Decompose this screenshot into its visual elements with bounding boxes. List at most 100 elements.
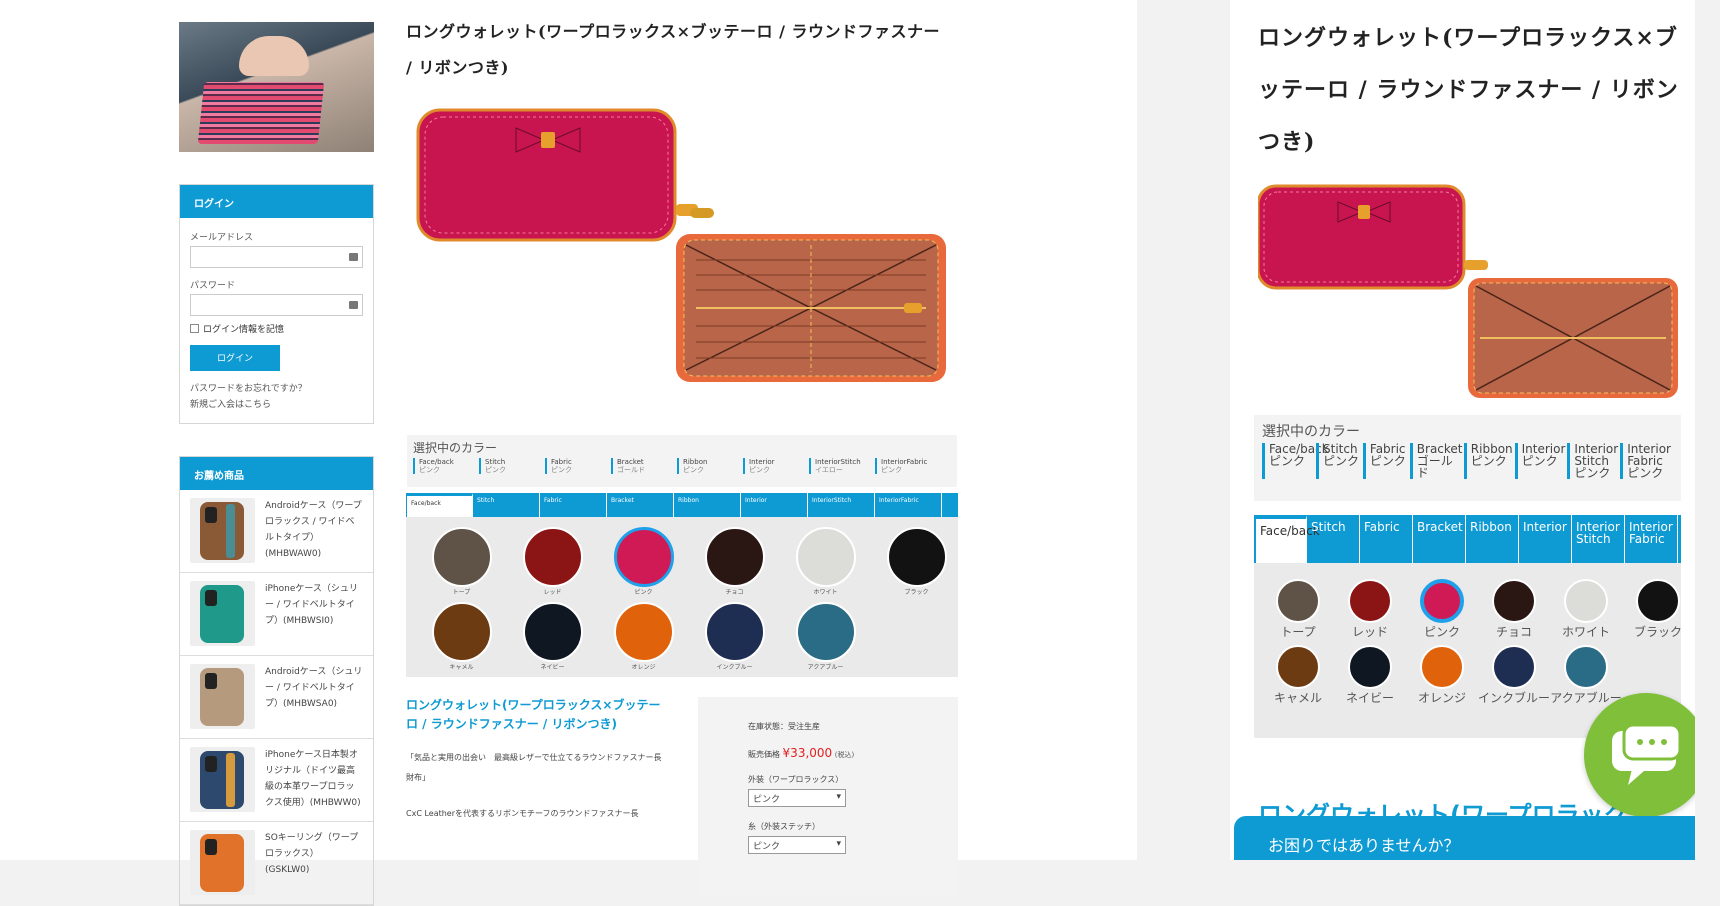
recommend-item-name: iPhoneケース（シュリー / ワイドベルトタイプ）(MHBWSI0) (265, 584, 358, 626)
remember-checkbox[interactable] (190, 324, 199, 333)
selected-part-value: イエロー (815, 466, 843, 474)
swatch-label: オレンジ (631, 664, 656, 671)
recommend-item-name: Androidケース（ワープロラックス / ワイドベルトタイプ）(MHBWAW0… (265, 501, 362, 559)
selected-color-item: Fabric ピンク (545, 458, 611, 474)
swatch-circle (704, 602, 765, 662)
color-swatch[interactable]: トープ (416, 527, 507, 596)
option2-select[interactable]: ピンク (748, 836, 846, 854)
mobile-tab-bracket[interactable]: Bracket (1413, 515, 1466, 563)
mobile-tab-interior[interactable]: Interior (1519, 515, 1572, 563)
description-text: CxC Leatherを代表するリボンモチーフのラウンドファスナー長 (406, 809, 639, 818)
swatch-label: ピンク (634, 589, 653, 596)
color-swatch[interactable]: ブラック (1622, 579, 1694, 639)
swatch-label: ブラック (1633, 625, 1682, 639)
selected-part-name: Interior Fabric (1627, 442, 1671, 468)
recommend-item[interactable]: iPhoneケース（シュリー / ワイドベルトタイプ）(MHBWSI0) (180, 573, 373, 656)
mobile-wallet-illustration (1256, 184, 1678, 398)
selected-part-name: Fabric (551, 458, 572, 466)
selected-part-name: InteriorStitch (815, 458, 861, 466)
strap-image (226, 587, 235, 641)
color-swatch[interactable]: キャメル (1262, 645, 1334, 705)
login-button[interactable]: ログイン (190, 345, 280, 371)
product-thumbnail (190, 830, 255, 895)
wallet-closed-image (416, 108, 714, 242)
color-swatch[interactable]: ネイビー (507, 602, 598, 671)
strap-image (226, 753, 235, 807)
tab-bracket[interactable]: Bracket (607, 493, 674, 517)
tab-stitch[interactable]: Stitch (473, 493, 540, 517)
mobile-tab-stitch[interactable]: Stitch (1307, 515, 1360, 563)
mobile-selected-color-item: Interior Stitch ピンク (1567, 443, 1618, 479)
price-label: 販売価格 (748, 750, 780, 759)
color-swatch[interactable]: ブラック (871, 527, 962, 596)
color-swatch[interactable]: ネイビー (1334, 645, 1406, 705)
mobile-tab-ribbon[interactable]: Ribbon (1466, 515, 1519, 563)
color-swatch[interactable]: レッド (1334, 579, 1406, 639)
swatch-label: レッド (543, 589, 562, 596)
recommend-item[interactable]: Androidケース（ワープロラックス / ワイドベルトタイプ）(MHBWAW0… (180, 490, 373, 573)
swatch-circle (795, 527, 856, 587)
selected-part-name: Interior (749, 458, 775, 466)
email-field[interactable] (190, 246, 363, 268)
price-value: ¥33,000 (782, 746, 833, 760)
color-swatch[interactable]: ピンク (598, 527, 689, 596)
selected-part-value: ピンク (1627, 466, 1664, 480)
mobile-wallet-open-image (1468, 278, 1678, 398)
mobile-selected-color-item: Interior Fabric ピンク (1620, 443, 1671, 479)
color-swatch[interactable]: アクアブルー (780, 602, 871, 671)
tab-interiorfabric[interactable]: InteriorFabric (875, 493, 942, 517)
tab-interior[interactable]: Interior (741, 493, 808, 517)
color-swatch[interactable]: トープ (1262, 579, 1334, 639)
mobile-tab-faceback[interactable]: Face/back (1254, 515, 1320, 563)
color-swatch[interactable]: インクブルー (1478, 645, 1550, 705)
description: ロングウォレット(ワープロラックス×ブッテーロ / ラウンドファスナー / リボ… (406, 696, 666, 824)
recommend-item[interactable]: Androidケース（シュリー / ワイドベルトタイプ）(MHBWSA0) (180, 656, 373, 739)
mobile-selected-color-item: Interior ピンク (1514, 443, 1565, 479)
swatch-label: チョコ (1495, 625, 1532, 639)
selected-part-value: ピンク (1269, 454, 1306, 468)
recommend-item[interactable]: iPhoneケース日本製オリジナル（ドイツ最高級の本革ワープロラックス使用）(M… (180, 739, 373, 822)
selected-part-value: ゴールド (617, 466, 645, 474)
mobile-wallet-closed-image (1256, 184, 1488, 290)
mobile-tab-interiorfabric[interactable]: Interior Fabric (1625, 515, 1678, 563)
forgot-password-link[interactable]: パスワードをお忘れですか？ (190, 381, 363, 397)
mobile-tab-fabric[interactable]: Fabric (1360, 515, 1413, 563)
mobile-tab-interiorstitch[interactable]: Interior Stitch (1572, 515, 1625, 563)
color-swatch[interactable]: オレンジ (1406, 645, 1478, 705)
password-field[interactable] (190, 294, 363, 316)
mobile-selected-color-item: Fabric ピンク (1362, 443, 1408, 479)
mobile-view: ロングウォレット(ワープロラックス×ブッテーロ / ラウンドファスナー / リボ… (1230, 0, 1695, 860)
remember-label: ログイン情報を記憶 (203, 325, 285, 335)
color-swatch[interactable]: ホワイト (780, 527, 871, 596)
recommend-item[interactable]: SOキーリング（ワープロラックス）(GSKLW0) (180, 822, 373, 905)
swatch-label: アクアブルー (807, 664, 844, 671)
tab-interiorstitch[interactable]: InteriorStitch (808, 493, 875, 517)
swatch-label: ネイビー (540, 664, 565, 671)
color-swatch[interactable]: チョコ (1478, 579, 1550, 639)
color-swatch[interactable]: ホワイト (1550, 579, 1622, 639)
swatch-circle (1348, 645, 1392, 689)
strap-image (226, 836, 235, 890)
color-swatch[interactable]: インクブルー (689, 602, 780, 671)
color-swatch[interactable]: チョコ (689, 527, 780, 596)
swatch-circle (431, 602, 492, 662)
camera-icon (205, 839, 217, 855)
chat-bubble-button[interactable] (1584, 693, 1695, 817)
purchase-box: 在庫状態：受注生産 販売価格 ¥33,000 (税込) 外装（ワープロラックス）… (698, 697, 958, 897)
tab-ribbon[interactable]: Ribbon (674, 493, 741, 517)
color-swatch[interactable]: レッド (507, 527, 598, 596)
color-swatch[interactable]: オレンジ (598, 602, 689, 671)
swatch-circle (1492, 579, 1536, 623)
key-icon (349, 301, 358, 309)
swatch-label: ブラック (904, 589, 929, 596)
color-swatch[interactable]: ピンク (1406, 579, 1478, 639)
description-title: ロングウォレット(ワープロラックス×ブッテーロ / ラウンドファスナー / リボ… (406, 698, 661, 731)
chat-help-bar[interactable]: お困りではありませんか？ (1234, 816, 1695, 860)
tab-fabric[interactable]: Fabric (540, 493, 607, 517)
register-link[interactable]: 新規ご入会はこちら (190, 397, 363, 413)
tab-faceback[interactable]: Face/back (406, 493, 473, 517)
mobile-selected-color-item: Bracket ゴールド (1409, 443, 1463, 479)
selected-color-item: Ribbon ピンク (677, 458, 743, 474)
option1-select[interactable]: ピンク (748, 789, 846, 807)
color-swatch[interactable]: キャメル (416, 602, 507, 671)
